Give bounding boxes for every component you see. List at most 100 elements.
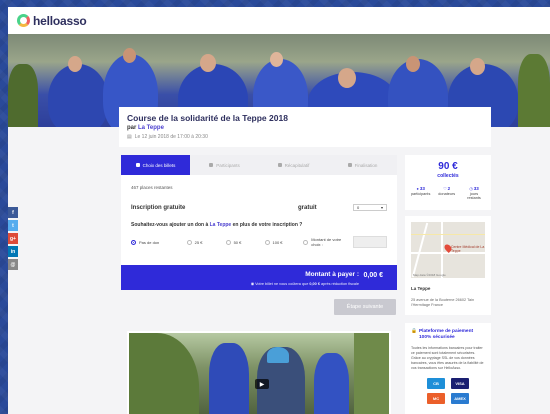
step-participants: Participants xyxy=(190,155,259,175)
browser-page: helloasso Course de la solidarité de la … xyxy=(8,7,550,414)
radio[interactable] xyxy=(186,239,192,245)
email-share-button[interactable]: @ xyxy=(8,259,18,270)
collected-amount-card: 90 € collectés ● 33 participants ♡ 2 don… xyxy=(405,155,491,210)
linkedin-share-button[interactable]: in xyxy=(8,246,18,257)
organizer-prefix: par xyxy=(127,125,137,131)
stat-label: participants xyxy=(410,191,431,196)
step-label: Participants xyxy=(216,162,240,168)
stat-value: 33 xyxy=(473,186,479,191)
checkout-steps: Choix des billets Participants Récapitul… xyxy=(121,155,397,175)
step-finalization: Finalisation xyxy=(328,155,397,175)
next-step-button[interactable]: Étape suivante xyxy=(334,299,396,315)
check-icon xyxy=(347,163,352,167)
collected-amount: 90 € xyxy=(438,161,458,172)
donation-question-suffix: en plus de votre inscription ? xyxy=(232,222,303,228)
share-bar: f t g+ in @ xyxy=(8,207,18,272)
donation-options: Pas de don 25 € 50 € 100 € Montant de vo… xyxy=(121,228,397,248)
facebook-share-button[interactable]: f xyxy=(8,207,18,218)
users-icon: ● xyxy=(416,187,419,191)
map-pin-label: Centre Médical de La Teppe xyxy=(451,245,485,253)
google-share-button[interactable]: g+ xyxy=(8,233,18,244)
tax-note: ◉ Votre billet ne vous coûtera que 0,00 … xyxy=(251,281,359,286)
radio[interactable] xyxy=(264,239,270,245)
step-label: Choix des billets xyxy=(142,162,176,168)
logo-text: helloasso xyxy=(33,13,87,28)
clock-icon: ◷ xyxy=(469,187,473,191)
collected-label: collectés xyxy=(437,173,459,179)
donation-option-50[interactable]: 50 € xyxy=(225,239,265,245)
step-summary: Récapitulatif xyxy=(259,155,328,175)
tax-note-suffix: après réduction fiscale xyxy=(321,282,359,286)
donation-org-link[interactable]: La Teppe xyxy=(210,222,232,228)
event-title: Course de la solidarité de la Teppe 2018 xyxy=(127,113,288,123)
play-icon[interactable]: ▶ xyxy=(255,379,269,389)
step-label: Finalisation xyxy=(354,162,378,168)
mastercard-logo: MC xyxy=(427,392,445,404)
option-label: 50 € xyxy=(233,239,242,245)
chevron-down-icon: ▾ xyxy=(380,205,383,210)
twitter-share-button[interactable]: t xyxy=(8,220,18,231)
donation-option-25[interactable]: 25 € xyxy=(186,239,226,245)
payment-logos-row-2: MC AMEX xyxy=(411,392,485,404)
security-title: 🔒 Plateforme de paiement 100% sécurisée xyxy=(411,329,485,341)
stat-label: donateurs xyxy=(438,191,456,196)
custom-amount-input[interactable] xyxy=(353,236,387,248)
event-header-card: Course de la solidarité de la Teppe 2018… xyxy=(119,107,491,147)
organizer-link[interactable]: La Teppe xyxy=(138,125,164,131)
radio[interactable] xyxy=(303,239,309,245)
stat-value: 2 xyxy=(447,186,451,191)
ticket-price: gratuit xyxy=(298,204,317,211)
payment-label: Montant à payer : xyxy=(305,271,359,278)
security-text: Toutes les informations bancaires pour t… xyxy=(411,346,484,370)
organizer-line: par La Teppe xyxy=(127,125,483,131)
option-label: Montant de votre choix : xyxy=(311,237,342,247)
top-navbar: helloasso xyxy=(8,7,550,34)
option-label: 100 € xyxy=(272,239,283,245)
step-label: Récapitulatif xyxy=(284,162,310,168)
location-name: La Teppe xyxy=(411,286,431,291)
option-label: Pas de don xyxy=(139,239,160,245)
donation-option-100[interactable]: 100 € xyxy=(264,239,304,245)
list-icon xyxy=(277,163,282,167)
event-date: ▤ Le 12 juin 2018 de 17:00 à 20:30 xyxy=(127,134,483,140)
ticket-name: Inscription gratuite xyxy=(131,204,186,211)
payment-total-bar: Montant à payer : 0,00 € ◉ Votre billet … xyxy=(121,265,397,290)
tax-note-prefix: Votre billet ne vous coûtera que xyxy=(255,282,309,286)
map-credit: Map data ©2018 Google xyxy=(413,273,446,277)
visa-logo: VISA xyxy=(451,377,469,389)
stats-row: ● 33 participants ♡ 2 donateurs ◷ 33 jou… xyxy=(405,186,491,201)
security-title-text: Plateforme de paiement 100% sécurisée xyxy=(418,329,474,341)
amex-logo: AMEX xyxy=(451,392,469,404)
event-date-text: Le 12 juin 2018 de 17:00 à 20:30 xyxy=(134,134,208,140)
donation-question-prefix: Souhaitez-vous ajouter un don à xyxy=(131,222,209,228)
stat-participants: ● 33 participants xyxy=(411,186,430,201)
heart-icon: ♡ xyxy=(443,187,447,191)
cb-logo: CB xyxy=(427,377,445,389)
radio-selected[interactable] xyxy=(131,239,136,245)
stat-donors: ♡ 2 donateurs xyxy=(438,186,455,201)
lightbulb-icon: ◉ xyxy=(250,282,255,286)
donation-option-none[interactable]: Pas de don xyxy=(131,239,187,245)
step-ticket-choice[interactable]: Choix des billets xyxy=(121,155,190,175)
payment-logos: CB VISA xyxy=(411,377,485,389)
event-video[interactable]: ▶ xyxy=(127,331,391,414)
helloasso-logo-icon xyxy=(17,14,30,27)
user-icon xyxy=(209,163,214,167)
donation-option-custom[interactable]: Montant de votre choix : xyxy=(303,237,350,247)
lock-icon: 🔒 xyxy=(411,329,417,334)
donation-question: Souhaitez-vous ajouter un don à La Teppe… xyxy=(121,211,397,228)
location-card: Centre Médical de La Teppe Map data ©201… xyxy=(405,216,491,315)
tax-note-amount: 0,00 € xyxy=(309,282,320,286)
helloasso-logo[interactable]: helloasso xyxy=(17,14,87,28)
location-map[interactable]: Centre Médical de La Teppe Map data ©201… xyxy=(411,222,485,278)
quantity-value: 0 xyxy=(357,205,360,210)
ticket-icon xyxy=(135,163,140,167)
stat-value: 33 xyxy=(419,186,425,191)
places-remaining: 467 places restantes xyxy=(131,185,173,190)
security-card: 🔒 Plateforme de paiement 100% sécurisée … xyxy=(405,323,491,414)
quantity-select[interactable]: 0 ▾ xyxy=(353,204,387,211)
radio[interactable] xyxy=(225,239,231,245)
ticket-row: Inscription gratuite gratuit 0 ▾ xyxy=(121,190,397,211)
stat-label: jours restants xyxy=(467,191,481,201)
payment-amount: 0,00 € xyxy=(363,272,383,279)
